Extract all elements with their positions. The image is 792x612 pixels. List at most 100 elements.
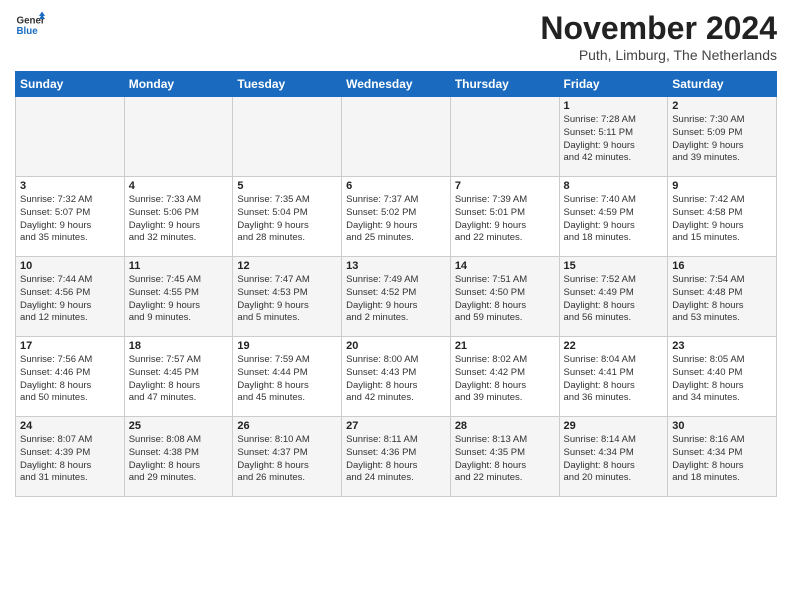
day-info: Sunrise: 7:56 AM Sunset: 4:46 PM Dayligh… — [20, 354, 120, 405]
calendar-cell: 21 Sunrise: 8:02 AM Sunset: 4:42 PM Dayli… — [450, 337, 559, 417]
calendar-cell: 14 Sunrise: 7:51 AM Sunset: 4:50 PM Dayli… — [450, 257, 559, 337]
calendar-week-2: 3Sunrise: 7:32 AM Sunset: 5:07 PM Daylig… — [16, 177, 777, 257]
day-number: 4 — [129, 180, 229, 192]
day-info: Sunrise: 7:44 AM Sunset: 4:56 PM Dayligh… — [20, 274, 120, 325]
calendar-cell: 3Sunrise: 7:32 AM Sunset: 5:07 PM Daylig… — [16, 177, 125, 257]
calendar-table: Sunday Monday Tuesday Wednesday Thursday… — [15, 71, 777, 497]
day-info: Sunrise: 8:05 AM Sunset: 4:40 PM Dayligh… — [672, 354, 772, 405]
calendar-cell: 11 Sunrise: 7:45 AM Sunset: 4:55 PM Dayli… — [124, 257, 233, 337]
calendar-cell: 6 Sunrise: 7:37 AM Sunset: 5:02 PM Daylig… — [342, 177, 451, 257]
day-number: 27 — [346, 420, 446, 432]
day-info: Sunrise: 8:16 AM Sunset: 4:34 PM Dayligh… — [672, 434, 772, 485]
day-number: 9 — [672, 180, 772, 192]
day-number: 29 — [564, 420, 664, 432]
day-number: 23 — [672, 340, 772, 352]
day-info: Sunrise: 8:00 AM Sunset: 4:43 PM Dayligh… — [346, 354, 446, 405]
day-info: Sunrise: 7:57 AM Sunset: 4:45 PM Dayligh… — [129, 354, 229, 405]
day-info: Sunrise: 7:28 AM Sunset: 5:11 PM Dayligh… — [564, 114, 664, 165]
calendar-cell: 1 Sunrise: 7:28 AM Sunset: 5:11 PM Daylig… — [559, 97, 668, 177]
day-info: Sunrise: 8:02 AM Sunset: 4:42 PM Dayligh… — [455, 354, 555, 405]
calendar-week-3: 10Sunrise: 7:44 AM Sunset: 4:56 PM Dayli… — [16, 257, 777, 337]
calendar-cell: 25 Sunrise: 8:08 AM Sunset: 4:38 PM Dayli… — [124, 417, 233, 497]
day-number: 14 — [455, 260, 555, 272]
calendar-cell: 17 Sunrise: 7:56 AM Sunset: 4:46 PM Dayli… — [16, 337, 125, 417]
day-number: 7 — [455, 180, 555, 192]
logo: General Blue — [15, 10, 45, 40]
day-number: 19 — [237, 340, 337, 352]
calendar-cell — [16, 97, 125, 177]
calendar-cell: 18 Sunrise: 7:57 AM Sunset: 4:45 PM Dayli… — [124, 337, 233, 417]
day-info: Sunrise: 8:11 AM Sunset: 4:36 PM Dayligh… — [346, 434, 446, 485]
calendar-cell: 23 Sunrise: 8:05 AM Sunset: 4:40 PM Dayli… — [668, 337, 777, 417]
day-number: 22 — [564, 340, 664, 352]
day-number: 3 — [20, 180, 120, 192]
calendar-cell: 30 Sunrise: 8:16 AM Sunset: 4:34 PM Dayli… — [668, 417, 777, 497]
day-info: Sunrise: 7:54 AM Sunset: 4:48 PM Dayligh… — [672, 274, 772, 325]
day-number: 26 — [237, 420, 337, 432]
day-number: 24 — [20, 420, 120, 432]
day-number: 6 — [346, 180, 446, 192]
day-info: Sunrise: 7:33 AM Sunset: 5:06 PM Dayligh… — [129, 194, 229, 245]
day-info: Sunrise: 8:07 AM Sunset: 4:39 PM Dayligh… — [20, 434, 120, 485]
day-info: Sunrise: 7:51 AM Sunset: 4:50 PM Dayligh… — [455, 274, 555, 325]
calendar-cell: 16 Sunrise: 7:54 AM Sunset: 4:48 PM Dayli… — [668, 257, 777, 337]
day-info: Sunrise: 8:13 AM Sunset: 4:35 PM Dayligh… — [455, 434, 555, 485]
day-number: 30 — [672, 420, 772, 432]
day-info: Sunrise: 7:47 AM Sunset: 4:53 PM Dayligh… — [237, 274, 337, 325]
calendar-cell: 27 Sunrise: 8:11 AM Sunset: 4:36 PM Dayli… — [342, 417, 451, 497]
calendar-cell: 7Sunrise: 7:39 AM Sunset: 5:01 PM Daylig… — [450, 177, 559, 257]
calendar-cell: 5 Sunrise: 7:35 AM Sunset: 5:04 PM Daylig… — [233, 177, 342, 257]
day-info: Sunrise: 7:35 AM Sunset: 5:04 PM Dayligh… — [237, 194, 337, 245]
day-number: 18 — [129, 340, 229, 352]
day-info: Sunrise: 8:10 AM Sunset: 4:37 PM Dayligh… — [237, 434, 337, 485]
calendar-week-1: 1 Sunrise: 7:28 AM Sunset: 5:11 PM Daylig… — [16, 97, 777, 177]
col-thursday: Thursday — [450, 72, 559, 97]
calendar-cell: 13Sunrise: 7:49 AM Sunset: 4:52 PM Dayli… — [342, 257, 451, 337]
calendar-cell: 22Sunrise: 8:04 AM Sunset: 4:41 PM Dayli… — [559, 337, 668, 417]
day-info: Sunrise: 7:30 AM Sunset: 5:09 PM Dayligh… — [672, 114, 772, 165]
day-info: Sunrise: 8:14 AM Sunset: 4:34 PM Dayligh… — [564, 434, 664, 485]
day-number: 11 — [129, 260, 229, 272]
calendar-cell: 15 Sunrise: 7:52 AM Sunset: 4:49 PM Dayli… — [559, 257, 668, 337]
calendar-cell: 24 Sunrise: 8:07 AM Sunset: 4:39 PM Dayli… — [16, 417, 125, 497]
day-number: 17 — [20, 340, 120, 352]
day-number: 2 — [672, 100, 772, 112]
calendar-cell: 8 Sunrise: 7:40 AM Sunset: 4:59 PM Daylig… — [559, 177, 668, 257]
subtitle: Puth, Limburg, The Netherlands — [540, 47, 777, 63]
main-title: November 2024 — [540, 10, 777, 47]
day-info: Sunrise: 7:42 AM Sunset: 4:58 PM Dayligh… — [672, 194, 772, 245]
col-friday: Friday — [559, 72, 668, 97]
day-number: 15 — [564, 260, 664, 272]
col-tuesday: Tuesday — [233, 72, 342, 97]
day-info: Sunrise: 7:59 AM Sunset: 4:44 PM Dayligh… — [237, 354, 337, 405]
day-number: 28 — [455, 420, 555, 432]
svg-text:Blue: Blue — [17, 26, 39, 37]
col-sunday: Sunday — [16, 72, 125, 97]
day-info: Sunrise: 8:08 AM Sunset: 4:38 PM Dayligh… — [129, 434, 229, 485]
calendar-cell: 29 Sunrise: 8:14 AM Sunset: 4:34 PM Dayli… — [559, 417, 668, 497]
day-number: 16 — [672, 260, 772, 272]
calendar-cell: 4 Sunrise: 7:33 AM Sunset: 5:06 PM Daylig… — [124, 177, 233, 257]
day-info: Sunrise: 7:45 AM Sunset: 4:55 PM Dayligh… — [129, 274, 229, 325]
page-container: General Blue November 2024 Puth, Limburg… — [0, 0, 792, 502]
calendar-cell — [450, 97, 559, 177]
day-number: 5 — [237, 180, 337, 192]
day-info: Sunrise: 7:37 AM Sunset: 5:02 PM Dayligh… — [346, 194, 446, 245]
day-number: 21 — [455, 340, 555, 352]
calendar-cell — [342, 97, 451, 177]
day-number: 20 — [346, 340, 446, 352]
header-row: Sunday Monday Tuesday Wednesday Thursday… — [16, 72, 777, 97]
calendar-cell: 28 Sunrise: 8:13 AM Sunset: 4:35 PM Dayli… — [450, 417, 559, 497]
day-info: Sunrise: 7:52 AM Sunset: 4:49 PM Dayligh… — [564, 274, 664, 325]
day-info: Sunrise: 7:40 AM Sunset: 4:59 PM Dayligh… — [564, 194, 664, 245]
calendar-cell: 10Sunrise: 7:44 AM Sunset: 4:56 PM Dayli… — [16, 257, 125, 337]
day-number: 1 — [564, 100, 664, 112]
calendar-cell: 2 Sunrise: 7:30 AM Sunset: 5:09 PM Daylig… — [668, 97, 777, 177]
day-number: 8 — [564, 180, 664, 192]
calendar-cell: 19 Sunrise: 7:59 AM Sunset: 4:44 PM Dayli… — [233, 337, 342, 417]
calendar-cell: 9 Sunrise: 7:42 AM Sunset: 4:58 PM Daylig… — [668, 177, 777, 257]
calendar-week-5: 24 Sunrise: 8:07 AM Sunset: 4:39 PM Dayli… — [16, 417, 777, 497]
calendar-cell — [124, 97, 233, 177]
day-number: 25 — [129, 420, 229, 432]
header: General Blue November 2024 Puth, Limburg… — [15, 10, 777, 63]
